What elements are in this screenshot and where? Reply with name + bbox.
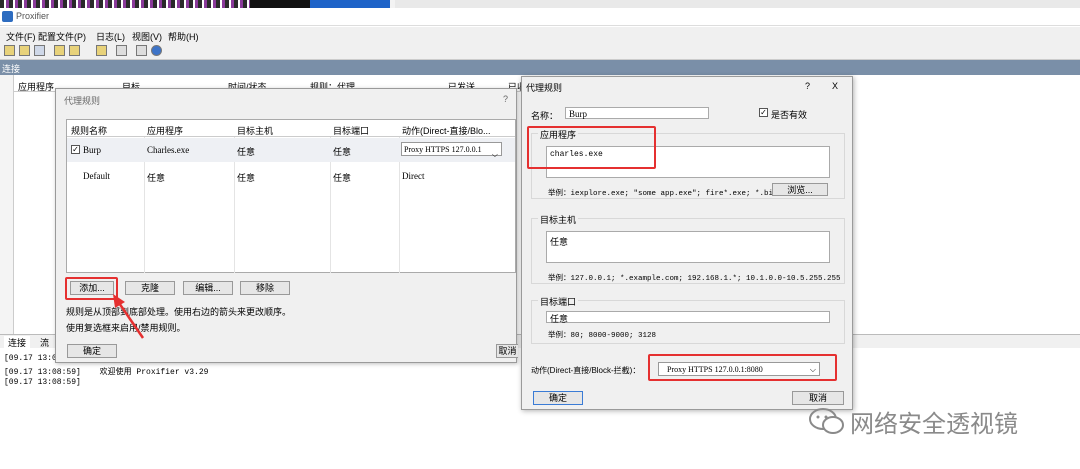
name-label: 名称： xyxy=(531,111,559,121)
rule-name: Default xyxy=(83,171,110,181)
edit-ok-button[interactable]: 确定 xyxy=(533,391,583,405)
rule-action-value: Proxy HTTPS 127.0.0.1 xyxy=(404,145,482,154)
action-label: 动作(Direct-直接/Block-拦截)： xyxy=(531,366,641,375)
port-value: 任意 xyxy=(550,314,569,324)
port-field[interactable]: 任意 xyxy=(546,311,830,324)
edit-rule-button[interactable]: 编辑... xyxy=(183,281,233,295)
rule-name-field[interactable]: Burp xyxy=(565,107,709,119)
port-group-label: 目标端口 xyxy=(538,295,579,308)
proxy-servers-icon[interactable] xyxy=(54,45,65,56)
rules-table-header: 规则名称 应用程序 目标主机 目标端口 动作(Direct-直接/Blo... xyxy=(67,120,515,137)
col-app[interactable]: 应用程序 xyxy=(147,124,183,137)
log-line: [09.17 13:08:59] xyxy=(4,378,81,387)
rule-action: Direct xyxy=(402,171,425,181)
rule-row-burp[interactable]: ✓ Burp Charles.exe 任意 任意 Proxy HTTPS 127… xyxy=(67,138,515,162)
rule-host: 任意 xyxy=(237,147,256,157)
edit-dialog-help[interactable]: ? xyxy=(805,81,810,91)
help-icon[interactable] xyxy=(151,45,162,56)
rules-ok-button[interactable]: 确定 xyxy=(67,344,117,358)
col-application[interactable]: 应用程序 xyxy=(18,80,54,93)
host-value: 任意 xyxy=(550,237,569,247)
log-line: [09.17 13:08:59] 欢迎使用 Proxifier v3.29 xyxy=(4,366,208,377)
app-example: 举例：iexplore.exe; "some app.exe"; fire*.e… xyxy=(548,190,778,198)
rule-port: 任意 xyxy=(333,173,352,183)
menu-profile[interactable]: 配置文件(P) xyxy=(38,30,86,43)
wechat-logo-icon xyxy=(809,408,844,434)
rule-name-value: Burp xyxy=(569,109,587,119)
host-example: 举例：127.0.0.1; *.example.com; 192.168.1.*… xyxy=(548,275,841,283)
left-sidebar xyxy=(0,75,14,335)
rules-cancel-button[interactable]: 取消 xyxy=(496,344,518,358)
port-group: 目标端口 任意 举例：80; 8000-9000; 3128 xyxy=(531,295,845,344)
menu-log[interactable]: 日志(L) xyxy=(96,30,125,43)
name-resolution-icon[interactable] xyxy=(96,45,107,56)
menu-file[interactable]: 文件(F) xyxy=(6,30,36,43)
rules-dialog-help[interactable]: ? xyxy=(503,94,508,104)
print-icon[interactable] xyxy=(136,45,147,56)
rule-app: Charles.exe xyxy=(147,145,190,155)
log-message: 欢迎使用 Proxifier v3.29 xyxy=(99,368,209,377)
rules-note-order: 规则是从顶部到底部处理。使用右边的箭头来更改顺序。 xyxy=(66,307,292,317)
highlight-box xyxy=(648,354,837,381)
col-target-host[interactable]: 目标主机 xyxy=(237,124,273,137)
toolbar xyxy=(0,43,1080,60)
close-icon[interactable]: X xyxy=(832,81,838,91)
chevron-down-icon: ⌵ xyxy=(491,150,498,159)
taskbar-strip xyxy=(0,0,1080,8)
advanced-icon[interactable] xyxy=(116,45,127,56)
host-group-label: 目标主机 xyxy=(538,213,579,226)
open-profile-icon[interactable] xyxy=(19,45,30,56)
rule-port: 任意 xyxy=(333,147,352,157)
save-profile-icon[interactable] xyxy=(34,45,45,56)
enabled-label: 是否有效 xyxy=(771,110,808,120)
connections-label: 连接 xyxy=(2,64,21,74)
clone-rule-button[interactable]: 克隆 xyxy=(125,281,175,295)
proxification-rules-icon[interactable] xyxy=(69,45,80,56)
menu-help[interactable]: 帮助(H) xyxy=(168,30,199,43)
rule-row-default[interactable]: Default 任意 任意 任意 Direct xyxy=(67,164,515,188)
watermark-text: 网络安全透视镜 xyxy=(850,411,1018,438)
connections-bar: 连接 xyxy=(0,60,1080,75)
window-title: Proxifier xyxy=(16,11,50,21)
main-titlebar: Proxifier xyxy=(0,8,1080,26)
highlight-box xyxy=(527,126,656,169)
col-action[interactable]: 动作(Direct-直接/Blo... xyxy=(402,124,491,137)
tab-connections[interactable]: 连接 xyxy=(4,336,31,349)
watermark: 网络安全透视镜 xyxy=(808,402,1068,442)
browse-button[interactable]: 浏览... xyxy=(772,183,828,196)
rule-app: 任意 xyxy=(147,173,166,183)
rule-host: 任意 xyxy=(237,173,256,183)
col-rule-name[interactable]: 规则名称 xyxy=(71,124,107,137)
rules-dialog: 代理规则 ? 规则名称 应用程序 目标主机 目标端口 动作(Direct-直接/… xyxy=(55,88,518,363)
host-group: 目标主机 任意 举例：127.0.0.1; *.example.com; 192… xyxy=(531,213,845,284)
rule-action-select[interactable]: Proxy HTTPS 127.0.0.1 ⌵ xyxy=(401,142,502,159)
menu-view[interactable]: 视图(V) xyxy=(132,30,162,43)
proxifier-logo-icon xyxy=(2,11,13,22)
enabled-checkbox[interactable]: ✓ xyxy=(759,108,768,117)
edit-rule-dialog: 代理规则 ? X 名称： Burp ✓ 是否有效 应用程序 charles.ex… xyxy=(521,76,853,410)
rules-dialog-title: 代理规则 xyxy=(64,96,101,106)
edit-dialog-title: 代理规则 xyxy=(526,83,563,93)
log-timestamp: [09.17 13:08:59] xyxy=(4,368,81,377)
remove-rule-button[interactable]: 移除 xyxy=(240,281,290,295)
menubar: 文件(F) 配置文件(P) 日志(L) 视图(V) 帮助(H) xyxy=(0,27,1080,43)
host-field[interactable]: 任意 xyxy=(546,231,830,263)
col-target-port[interactable]: 目标端口 xyxy=(333,124,369,137)
rule-name: Burp xyxy=(83,145,101,155)
rule-enable-checkbox[interactable]: ✓ xyxy=(71,145,80,154)
red-arrow-icon xyxy=(113,294,145,339)
tab-traffic[interactable]: 流 xyxy=(40,336,49,349)
port-example: 举例：80; 8000-9000; 3128 xyxy=(548,332,657,340)
new-profile-icon[interactable] xyxy=(4,45,15,56)
rules-table: 规则名称 应用程序 目标主机 目标端口 动作(Direct-直接/Blo... … xyxy=(66,119,516,273)
